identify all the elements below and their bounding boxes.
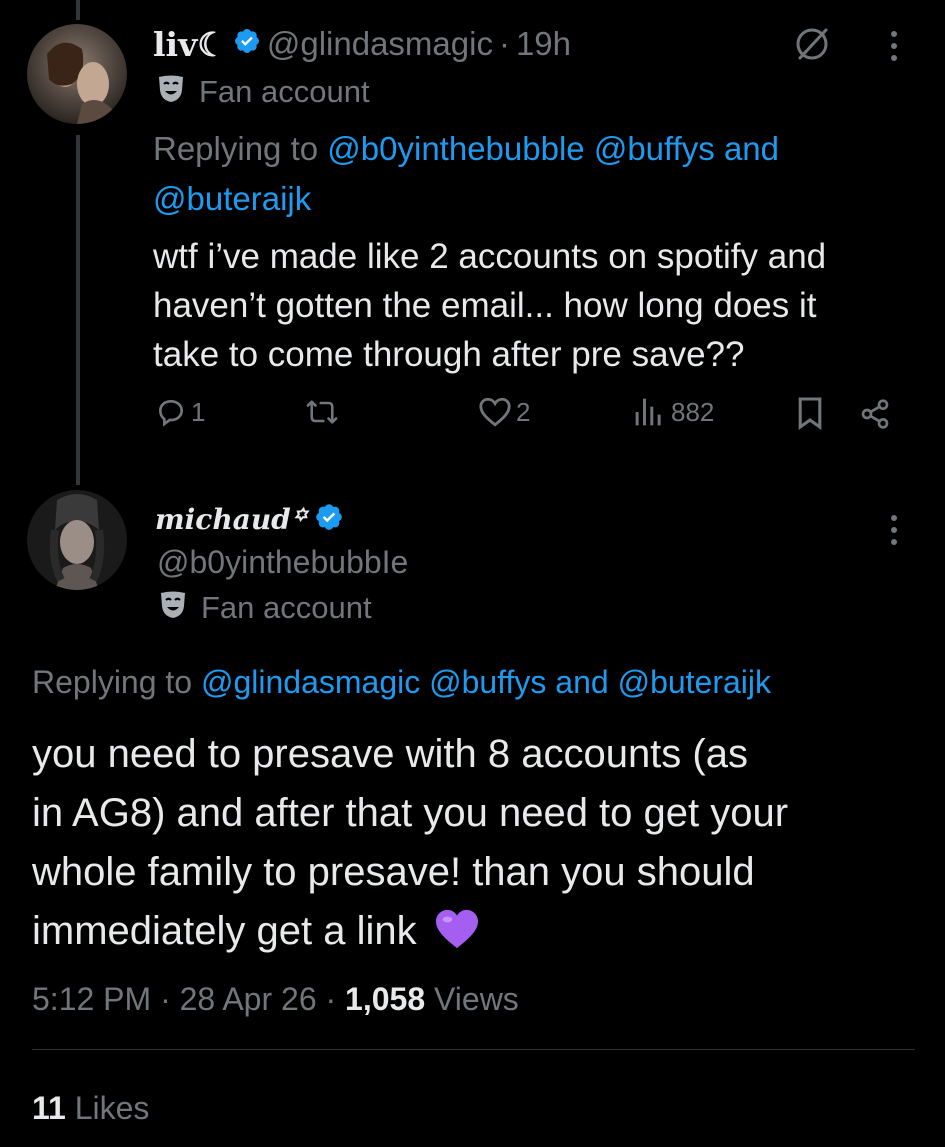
views-label: Views	[434, 981, 519, 1017]
divider	[32, 1049, 915, 1050]
views-stat[interactable]: 1,058 Views	[345, 981, 519, 1017]
likes-label: Likes	[74, 1090, 150, 1126]
heart-icon	[478, 396, 512, 428]
tweet-metadata: 5:12 PM · 28 Apr 26 · 1,058 Views	[32, 977, 519, 1021]
mention-link[interactable]: @b0yinthebubble	[327, 130, 584, 167]
like-count: 2	[516, 396, 531, 427]
tweet-text-line: in AG8) and after that you need to get y…	[32, 791, 789, 835]
tweet-text: you need to presave with 8 accounts (as …	[32, 725, 788, 967]
mention-link[interactable]: @glindasmagic	[201, 664, 420, 700]
repost-button[interactable]	[304, 396, 340, 428]
avatar[interactable]	[27, 490, 127, 590]
purple-heart-emoji: 💜	[434, 908, 480, 967]
display-name[interactable]: liv☾	[153, 25, 227, 64]
tweet-text-segment: immediately get a link	[32, 909, 417, 953]
likes-stat[interactable]: 11 Likes	[32, 1086, 149, 1130]
timestamp[interactable]: 19h	[516, 25, 571, 63]
handle[interactable]: @glindasmagic	[267, 25, 493, 63]
tweet-header: michaud꙳	[155, 497, 344, 541]
bookmark-button[interactable]	[796, 396, 824, 430]
thread-line-top	[76, 0, 80, 20]
reply-icon	[155, 396, 187, 428]
tweet-text-line: immediately get a link 💜	[32, 902, 788, 967]
like-button[interactable]: 2	[478, 396, 530, 428]
likes-count: 11	[32, 1090, 66, 1126]
tweet-text-line: you need to presave with 8 accounts (as	[32, 732, 748, 776]
repost-icon	[304, 396, 340, 428]
account-label: Fan account	[157, 588, 372, 628]
display-name[interactable]: michaud꙳	[155, 500, 306, 538]
tweet-time[interactable]: 5:12 PM	[32, 981, 151, 1017]
more-options-icon[interactable]	[884, 512, 904, 553]
mention-link[interactable]: @buteraijk	[618, 664, 771, 700]
others-link[interactable]: and	[555, 664, 608, 700]
thread-line	[76, 135, 80, 485]
verified-badge-icon[interactable]	[314, 502, 344, 537]
mention-link[interactable]: @buffys	[594, 130, 715, 167]
tweet-text-line: whole family to presave! than you should	[32, 850, 755, 894]
verified-badge-icon[interactable]	[233, 25, 261, 63]
tweet-text-line: wtf i’ve made like 2 accounts on spotify…	[153, 237, 827, 276]
replying-to: Replying to @glindasmagic @buffys and @b…	[32, 660, 771, 704]
theater-mask-icon	[157, 588, 189, 628]
replying-prefix: Replying to	[153, 130, 319, 167]
views-count: 1,058	[345, 981, 426, 1017]
account-label: Fan account	[155, 72, 370, 112]
views-count: 882	[671, 396, 715, 427]
share-icon	[858, 398, 892, 430]
reply-count: 1	[191, 396, 206, 427]
replying-to: Replying to @b0yinthebubble @buffys and	[153, 127, 779, 171]
tweet-text: wtf i’ve made like 2 accounts on spotify…	[153, 232, 826, 379]
handle[interactable]: @b0yinthebubbIe	[157, 540, 408, 584]
tweet-date[interactable]: 28 Apr 26	[180, 981, 317, 1017]
separator: ·	[160, 981, 171, 1017]
theater-mask-icon	[155, 72, 187, 112]
tweet-header: liv☾ @glindasmagic · 19h	[153, 22, 571, 66]
account-label-text: Fan account	[201, 590, 372, 625]
more-options-icon[interactable]	[884, 28, 904, 69]
bookmark-icon	[796, 396, 824, 430]
avatar[interactable]	[27, 24, 127, 124]
views-button[interactable]: 882	[631, 396, 714, 428]
account-label-text: Fan account	[199, 74, 370, 109]
analytics-icon	[631, 396, 667, 428]
mention-link[interactable]: @buffys	[429, 664, 546, 700]
grok-icon[interactable]	[792, 24, 832, 69]
replying-prefix: Replying to	[32, 664, 193, 700]
separator: ·	[498, 25, 510, 62]
share-button[interactable]	[858, 398, 892, 430]
separator: ·	[325, 981, 337, 1017]
reply-button[interactable]: 1	[155, 396, 205, 428]
others-link[interactable]: and	[724, 130, 779, 167]
tweet-text-line: take to come through after pre save??	[153, 335, 745, 374]
tweet-text-line: haven’t gotten the email... how long doe…	[153, 286, 817, 325]
mention-link[interactable]: @buteraijk	[153, 177, 311, 221]
